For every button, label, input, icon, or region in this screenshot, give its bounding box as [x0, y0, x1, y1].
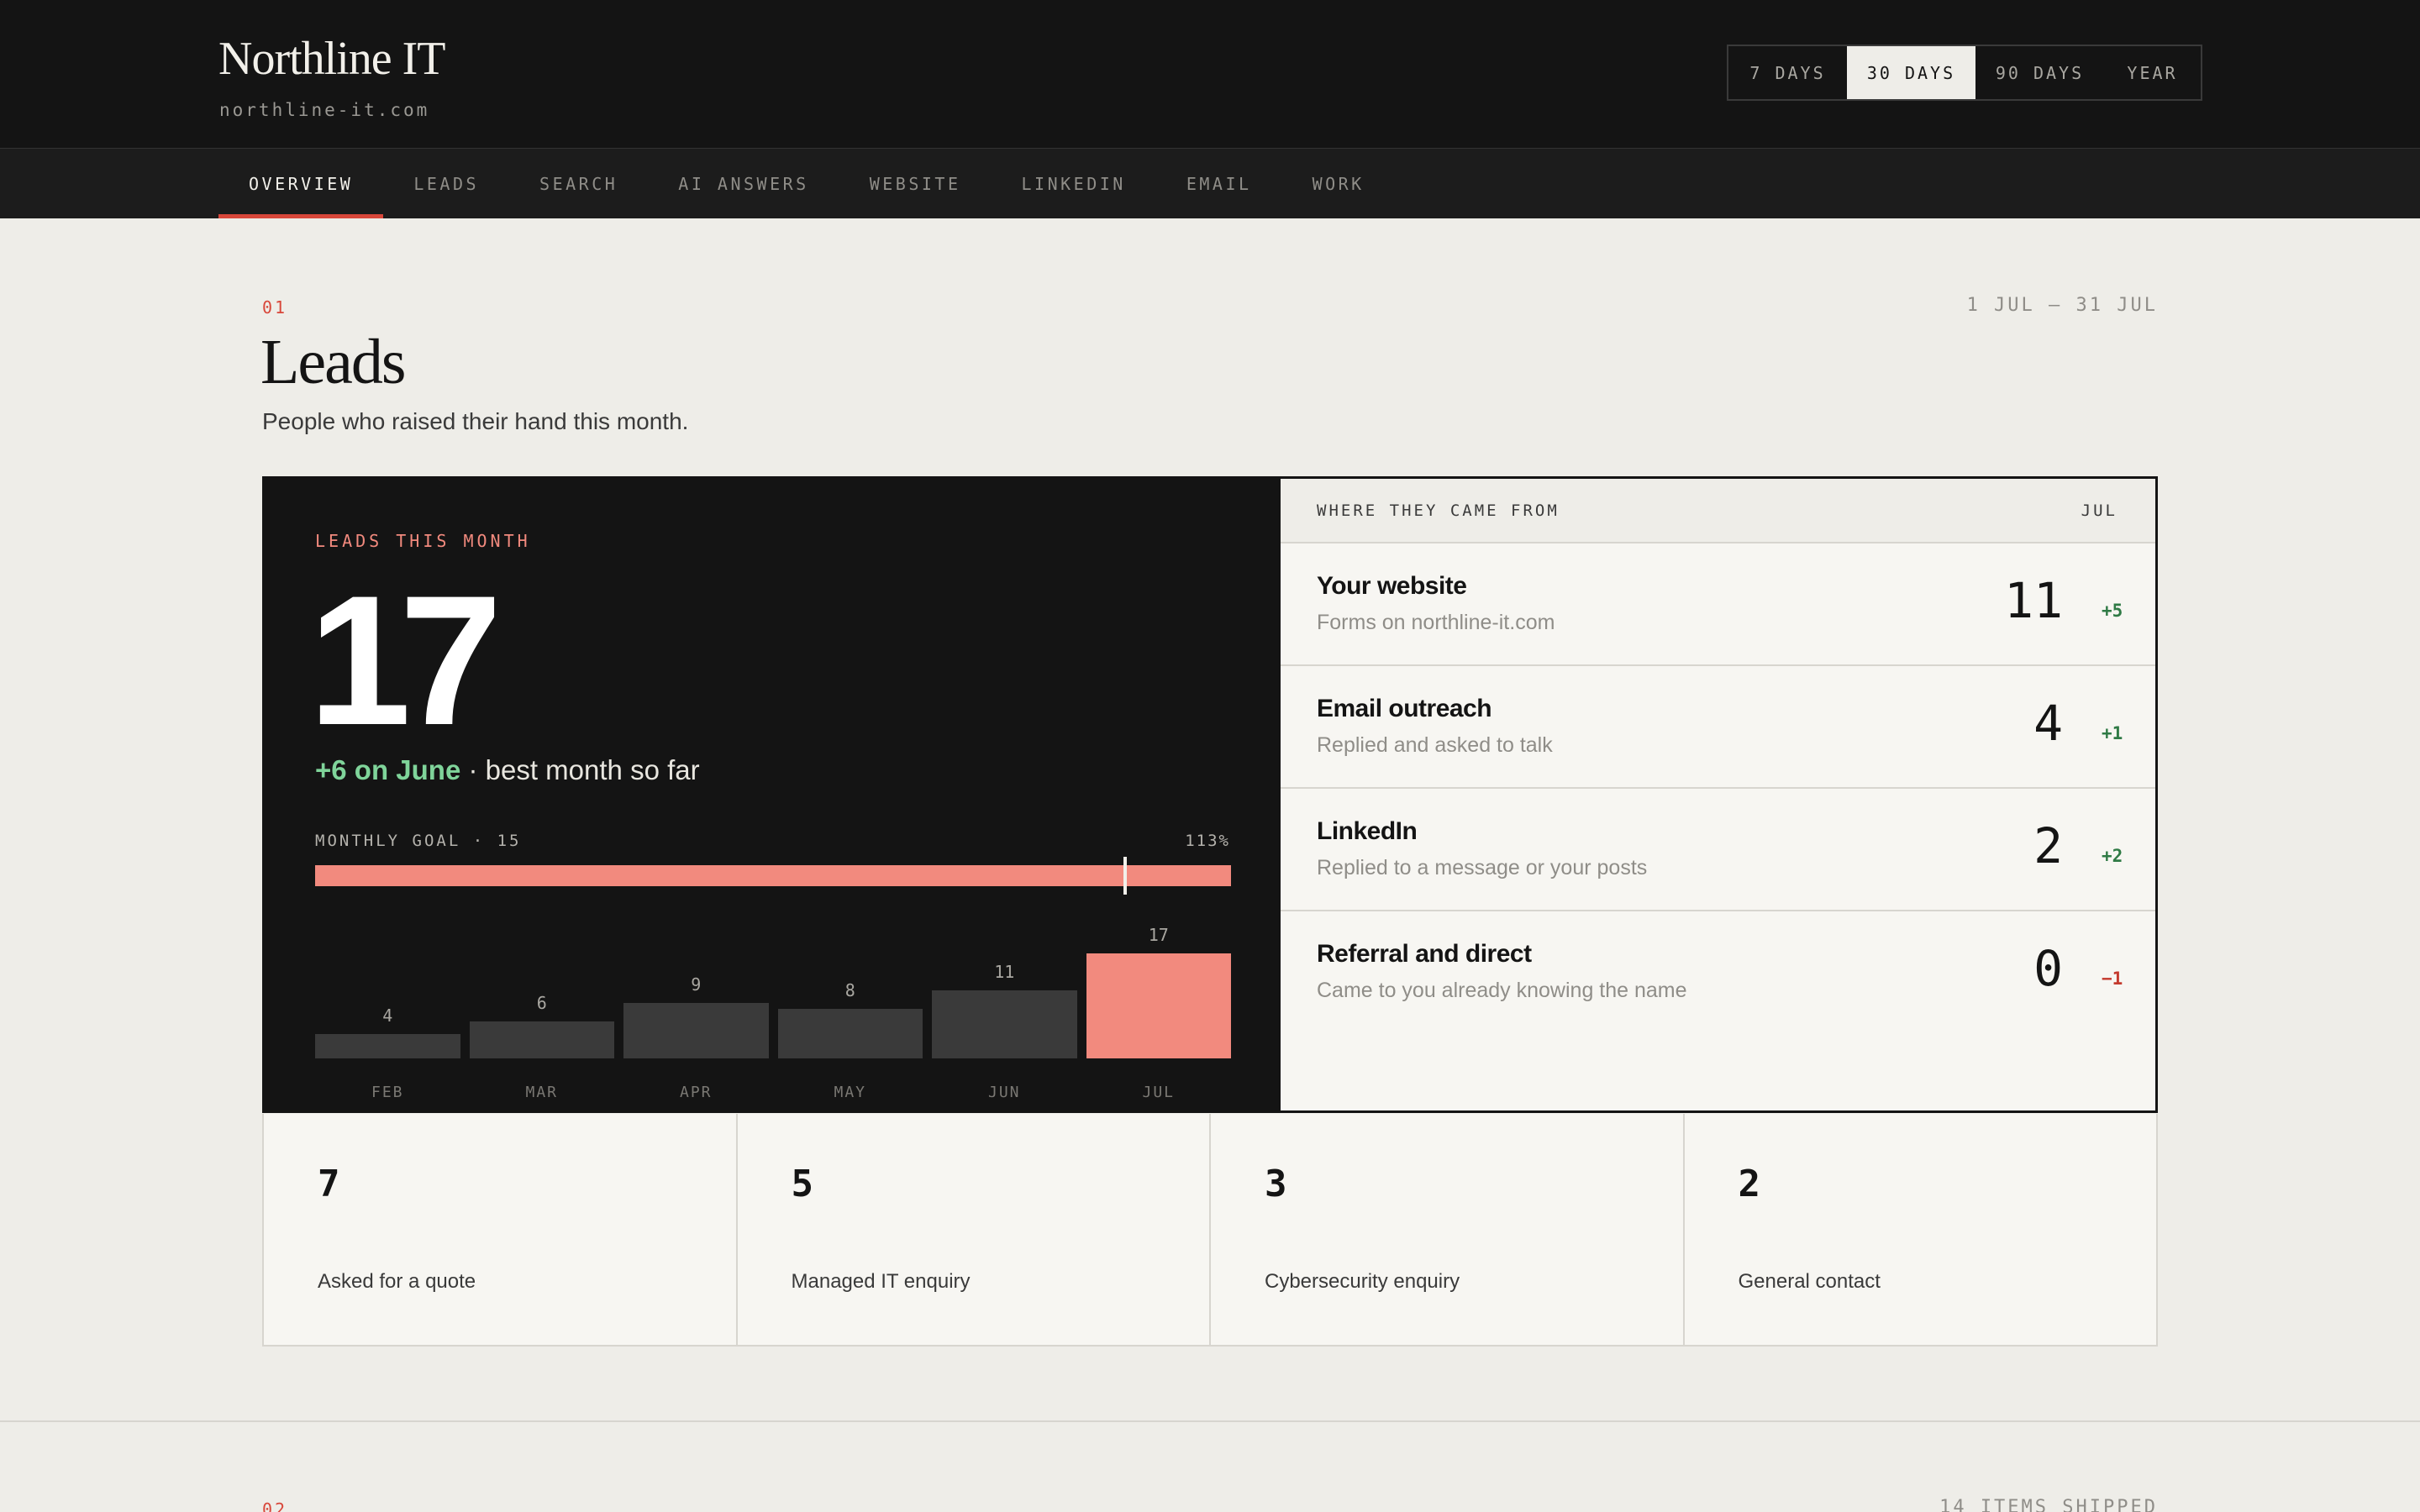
tab-overview[interactable]: OVERVIEW [218, 149, 384, 218]
top-header: Northline IT northline-it.com 7 DAYS 30 … [0, 0, 2420, 149]
source-row-linkedin: LinkedIn Replied to a message or your po… [1281, 789, 2155, 911]
chart-value-label: 17 [1148, 925, 1169, 945]
nav-bar: OVERVIEW LEADS SEARCH AI ANSWERS WEBSITE… [0, 149, 2420, 218]
chart-bar-apr [623, 1003, 769, 1058]
chart-category-label: MAY [834, 1084, 866, 1101]
sources-month: JUL [2081, 501, 2118, 520]
source-desc: Came to you already knowing the name [1317, 979, 1687, 1002]
enquiry-types: 7 Asked for a quote 5 Managed IT enquiry… [262, 1114, 2158, 1347]
sources-heading: WHERE THEY CAME FROM [1317, 501, 1560, 520]
range-7-days[interactable]: 7 DAYS [1728, 46, 1847, 99]
section-2-number: 02 [262, 1499, 288, 1512]
enquiry-count: 7 [318, 1163, 340, 1205]
source-name: Referral and direct [1317, 940, 1532, 968]
section-date-range: 1 JUL – 31 JUL [1966, 295, 2158, 316]
source-desc: Forms on northline-it.com [1317, 611, 1555, 634]
chart-category-label: JUL [1142, 1084, 1175, 1101]
leads-delta: +6 on June [315, 754, 461, 785]
date-range-selector: 7 DAYS 30 DAYS 90 DAYS YEAR [1727, 45, 2202, 101]
goal-progress-fill [315, 865, 1231, 886]
section-subtitle: People who raised their hand this month. [262, 408, 689, 434]
enquiry-label: Asked for a quote [318, 1270, 476, 1293]
source-change: +2 [2102, 846, 2123, 866]
brand-name: Northline IT [218, 33, 445, 85]
tab-ai-answers[interactable]: AI ANSWERS [648, 149, 839, 218]
section-2-note: 14 ITEMS SHIPPED [1939, 1497, 2158, 1512]
source-name: Email outreach [1317, 695, 1492, 722]
source-desc: Replied and asked to talk [1317, 733, 1553, 757]
enquiry-label: Cybersecurity enquiry [1265, 1270, 1460, 1293]
leads-kicker: LEADS THIS MONTH [315, 531, 531, 551]
tab-leads[interactable]: LEADS [383, 149, 509, 218]
chart-bar-may [777, 1009, 923, 1058]
leads-card: LEADS THIS MONTH 17 +6 on June · best mo… [262, 476, 2158, 1113]
chart-bar-mar [469, 1021, 614, 1058]
goal-label: MONTHLY GOAL · 15 [315, 832, 522, 850]
source-value: 4 [2033, 695, 2063, 752]
leads-delta-note: · best month so far [468, 754, 700, 785]
section-title: Leads [260, 327, 406, 397]
monthly-leads-chart: 4 6 9 8 11 17 [315, 916, 1231, 1058]
leads-count: 17 [308, 557, 502, 764]
enquiry-type-quote: 7 Asked for a quote [264, 1114, 738, 1345]
source-name: Your website [1317, 572, 1467, 600]
chart-category-label: MAR [525, 1084, 558, 1101]
chart-bar-jun [932, 990, 1077, 1058]
chart-value-label: 4 [382, 1005, 393, 1026]
chart-value-label: 6 [536, 993, 547, 1013]
nav-tabs: OVERVIEW LEADS SEARCH AI ANSWERS WEBSITE… [218, 149, 1395, 218]
source-desc: Replied to a message or your posts [1317, 856, 1648, 879]
sources-header: WHERE THEY CAME FROM JUL [1281, 479, 2155, 543]
source-value: 0 [2033, 940, 2063, 997]
range-30-days[interactable]: 30 DAYS [1847, 46, 1975, 99]
goal-progress-bar [315, 857, 1231, 895]
enquiry-label: General contact [1738, 1270, 1881, 1293]
enquiry-type-managed-it: 5 Managed IT enquiry [738, 1114, 1211, 1345]
enquiry-count: 2 [1738, 1163, 1761, 1205]
source-row-referral: Referral and direct Came to you already … [1281, 911, 2155, 1034]
tab-search[interactable]: SEARCH [509, 149, 648, 218]
source-row-email: Email outreach Replied and asked to talk… [1281, 666, 2155, 789]
chart-value-label: 8 [844, 980, 855, 1000]
tab-linkedin[interactable]: LINKEDIN [992, 149, 1156, 218]
sources-panel: WHERE THEY CAME FROM JUL Your website Fo… [1281, 479, 2155, 1110]
leads-delta-line: +6 on June · best month so far [315, 754, 700, 786]
section-divider [0, 1420, 2420, 1422]
source-change: −1 [2102, 969, 2123, 989]
chart-category-label: FEB [371, 1084, 404, 1101]
source-value: 11 [2004, 572, 2063, 629]
source-name: LinkedIn [1317, 817, 1418, 845]
enquiry-label: Managed IT enquiry [791, 1270, 971, 1293]
tab-website[interactable]: WEBSITE [839, 149, 992, 218]
goal-target-marker [1123, 857, 1127, 895]
section-number: 01 [262, 297, 288, 318]
range-year[interactable]: YEAR [2104, 46, 2201, 99]
tab-email[interactable]: EMAIL [1156, 149, 1282, 218]
range-90-days[interactable]: 90 DAYS [1975, 46, 2104, 99]
chart-bar-jul [1086, 953, 1231, 1058]
chart-value-label: 11 [994, 962, 1015, 982]
tab-work[interactable]: WORK [1282, 149, 1395, 218]
source-value: 2 [2033, 817, 2063, 874]
brand-domain: northline-it.com [219, 100, 430, 120]
enquiry-type-general: 2 General contact [1685, 1114, 2157, 1345]
source-change: +5 [2102, 601, 2123, 621]
chart-category-label: APR [679, 1084, 713, 1101]
chart-category-label: JUN [987, 1084, 1021, 1101]
enquiry-count: 5 [791, 1163, 814, 1205]
source-change: +1 [2102, 723, 2123, 743]
leads-summary-panel: LEADS THIS MONTH 17 +6 on June · best mo… [265, 479, 1281, 1110]
enquiry-count: 3 [1265, 1163, 1287, 1205]
source-row-website: Your website Forms on northline-it.com 1… [1281, 543, 2155, 666]
chart-value-label: 9 [691, 974, 702, 995]
chart-bar-feb [315, 1034, 460, 1058]
goal-percent: 113% [1185, 832, 1230, 850]
enquiry-type-cybersecurity: 3 Cybersecurity enquiry [1211, 1114, 1685, 1345]
